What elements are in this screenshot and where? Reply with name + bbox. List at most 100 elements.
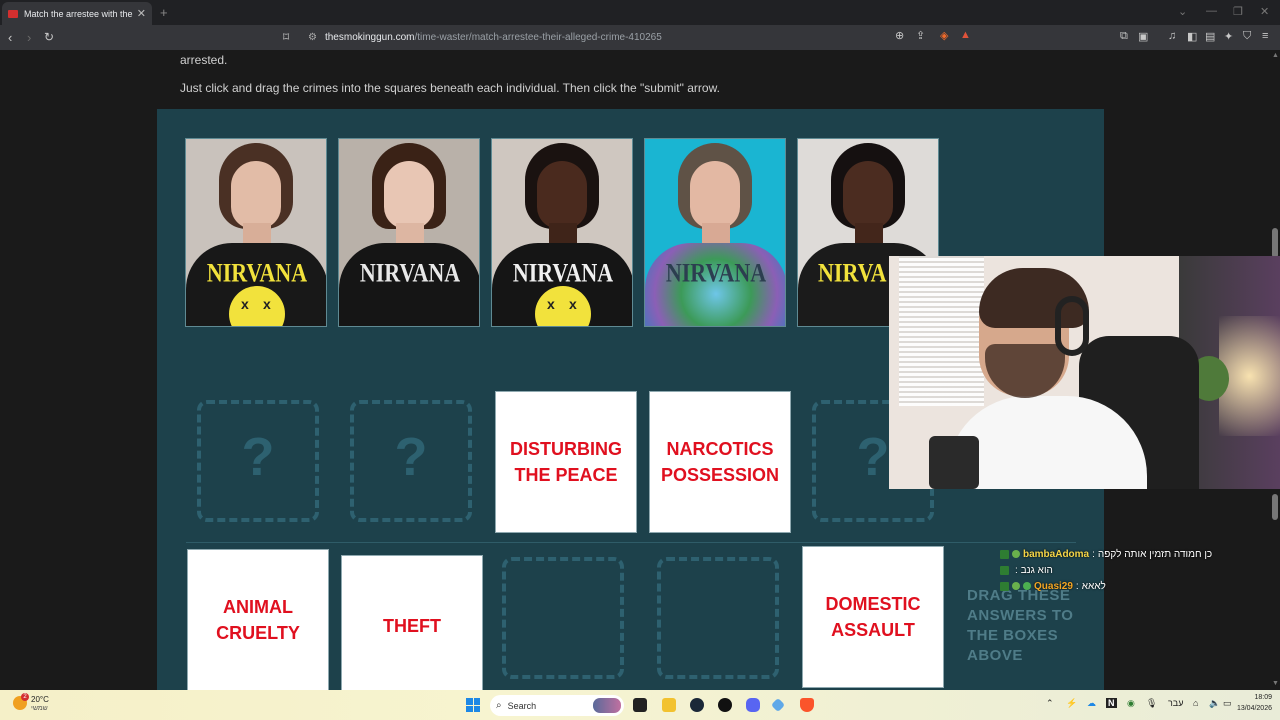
back-icon[interactable]: ‹ (8, 30, 12, 45)
subscriber-badge-icon (1012, 550, 1020, 558)
app-icon[interactable] (770, 697, 786, 713)
leo-ai-icon[interactable]: ✦ (1224, 30, 1233, 43)
chat-message: bambaAdoma : כן חמודה תזמין אותה לקפה (1000, 546, 1270, 562)
answer-card-theft[interactable]: THEFT (341, 555, 483, 690)
drag-instructions: DRAG THESE ANSWERS TO THE BOXES ABOVE (967, 587, 1074, 664)
answer-card-animal-cruelty[interactable]: ANIMAL CRUELTY (187, 549, 329, 690)
divider (186, 542, 1076, 543)
placed-crime-card-4[interactable]: NARCOTICS POSSESSION (649, 391, 791, 533)
question-mark-icon: ? (394, 427, 428, 487)
brave-shields-icon[interactable]: ◈ (940, 29, 948, 42)
start-button[interactable] (466, 698, 480, 712)
input-language[interactable]: עבר (1168, 698, 1183, 708)
brave-browser-icon[interactable] (800, 698, 814, 712)
search-label: Search (507, 700, 537, 711)
intro-instructions: Just click and drag the crimes into the … (180, 81, 720, 95)
answer-card-domestic-assault[interactable]: DOMESTIC ASSAULT (802, 546, 944, 688)
zoom-icon[interactable]: ⊕ (895, 29, 904, 42)
mic-icon[interactable]: 🎙 (1146, 698, 1157, 709)
crime-label: NARCOTICS POSSESSION (660, 439, 780, 485)
reload-icon[interactable]: ↻ (44, 30, 54, 44)
chat-username: Quasi29 (1034, 580, 1073, 592)
minimize-icon[interactable]: — (1206, 5, 1217, 17)
browser-tab[interactable]: Match the arrestee with their alleg ✕ (2, 2, 152, 25)
crime-label: ANIMAL CRUELTY (216, 597, 300, 643)
chat-separator: : (1075, 580, 1079, 592)
weather-description: שמשי (31, 705, 48, 712)
extensions-icon[interactable]: ⧉ (1120, 30, 1128, 43)
shirt-text: NIRVANA (359, 257, 461, 288)
close-window-icon[interactable]: ✕ (1260, 5, 1269, 18)
scroll-down-icon[interactable]: ▼ (1272, 680, 1279, 687)
scrollbar-thumb[interactable] (1272, 228, 1278, 258)
chat-text: הוא גנב (1020, 564, 1053, 576)
intro-text-line1: arrested. (180, 53, 228, 67)
bookmark-icon[interactable]: ⌑ (283, 30, 289, 44)
drop-slot-2[interactable]: ? (350, 400, 472, 522)
clock-date[interactable]: 13/04/2026 (1226, 705, 1272, 712)
share-icon[interactable]: ⇪ (916, 29, 925, 42)
tab-title: Match the arrestee with their alleg (24, 8, 133, 19)
discord-icon[interactable] (746, 698, 760, 712)
mugshot-3: NIRVANA xx (491, 138, 633, 327)
network-icon[interactable]: ⌂ (1193, 698, 1198, 708)
tray-cloud-icon[interactable]: ☁ (1087, 698, 1096, 709)
forward-icon[interactable]: › (27, 30, 31, 45)
empty-answer-slot-2 (657, 557, 779, 679)
media-icon[interactable]: ♫ (1168, 30, 1176, 42)
kick-badge-icon (1000, 549, 1009, 559)
notion-icon[interactable]: N (1106, 698, 1117, 708)
site-info-icon[interactable]: ⚙ (308, 32, 317, 43)
tray-green-icon[interactable]: ◉ (1127, 698, 1135, 709)
sidebar-icon[interactable]: ◧ (1187, 30, 1197, 43)
scroll-up-icon[interactable]: ▲ (1272, 52, 1279, 59)
windows-taskbar: 2 20°C שמשי ⌕ Search ⌃ ⚡ ☁ N ◉ 🎙 עבר ⌂ 🔈… (0, 690, 1280, 720)
new-tab-button[interactable]: + (160, 5, 168, 20)
drop-slot-1[interactable]: ? (197, 400, 319, 522)
brave-rewards-icon[interactable]: ▲ (960, 29, 971, 41)
search-highlight-icon (593, 698, 621, 713)
browser-toolbar: ‹ › ↻ ⌑ ⚙ thesmokinggun.com /time-waster… (0, 25, 1280, 50)
screenshot-icon[interactable]: ▣ (1138, 30, 1148, 43)
chat-text: לאאא (1081, 580, 1106, 592)
close-tab-icon[interactable]: ✕ (137, 7, 146, 20)
obs-icon[interactable] (718, 698, 732, 712)
vpn-icon[interactable]: ⛉ (1243, 30, 1251, 43)
volume-icon[interactable]: 🔈 (1209, 698, 1220, 709)
taskbar-search[interactable]: ⌕ Search (490, 695, 624, 716)
crime-label: THEFT (383, 616, 441, 636)
placed-crime-card-3[interactable]: DISTURBING THE PEACE (495, 391, 637, 533)
task-view-icon[interactable] (633, 698, 647, 712)
address-bar[interactable]: ⚙ thesmokinggun.com /time-waster/match-a… (300, 28, 980, 47)
mugshot-4: NIRVANA (644, 138, 786, 327)
url-path: /time-waster/match-arrestee-their-allege… (414, 32, 662, 43)
tab-strip: Match the arrestee with their alleg ✕ + … (0, 0, 1280, 25)
mugshot-1: NIRVANA xx (185, 138, 327, 327)
file-explorer-icon[interactable] (662, 698, 676, 712)
scrollbar-thumb-secondary[interactable] (1272, 494, 1278, 520)
menu-icon[interactable]: ≡ (1262, 30, 1268, 42)
streamer-webcam (889, 256, 1280, 489)
tray-app-icon[interactable]: ⚡ (1066, 698, 1077, 709)
empty-answer-slot-1 (502, 557, 624, 679)
subscriber-badge-icon (1012, 582, 1020, 590)
webcam-blinds (899, 256, 984, 406)
moderator-badge-icon (1023, 582, 1031, 590)
weather-temperature[interactable]: 20°C (31, 695, 49, 704)
shirt-text: NIRVANA (665, 257, 767, 288)
headphones-icon (1055, 296, 1089, 356)
steam-icon[interactable] (690, 698, 704, 712)
shirt-text: NIRVANA (512, 257, 614, 288)
tab-search-icon[interactable]: ⌄ (1178, 5, 1187, 18)
shirt-text: NIRVANA (206, 257, 308, 288)
crime-label: DISTURBING THE PEACE (510, 439, 622, 485)
maximize-icon[interactable]: ❐ (1233, 5, 1243, 18)
chat-message: : הוא גנב (1000, 562, 1270, 578)
tray-overflow-icon[interactable]: ⌃ (1046, 698, 1054, 709)
clock-time[interactable]: 18:09 (1246, 694, 1272, 701)
search-icon: ⌕ (496, 700, 502, 711)
chat-username: bambaAdoma (1023, 548, 1090, 560)
question-mark-icon: ? (241, 427, 275, 487)
kick-badge-icon (1000, 565, 1009, 575)
wallet-icon[interactable]: ▤ (1205, 30, 1215, 43)
